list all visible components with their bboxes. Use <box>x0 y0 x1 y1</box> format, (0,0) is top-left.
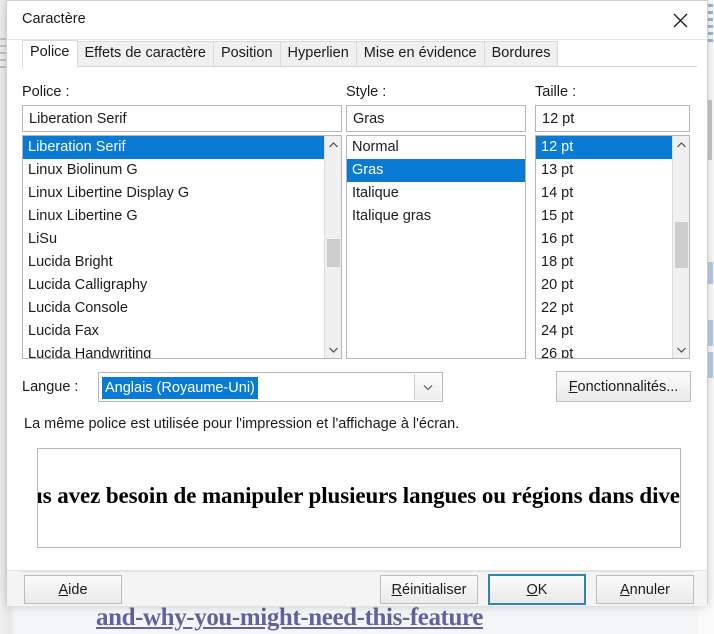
size-list-item[interactable]: 14 pt <box>536 182 672 205</box>
tab-bordures[interactable]: Bordures <box>483 41 559 67</box>
ok-button[interactable]: OK <box>488 574 586 605</box>
size-list-item[interactable]: 15 pt <box>536 205 672 228</box>
tab-police[interactable]: Police <box>22 40 78 68</box>
dialog-titlebar[interactable]: Caractère <box>7 1 707 40</box>
police-tab-panel: Police : Style : Taille : Liberation Ser… <box>7 67 707 570</box>
ok-accel: O <box>526 581 538 598</box>
font-size-input[interactable]: 12 pt <box>535 105 690 132</box>
style-list-item[interactable]: Gras <box>347 159 525 182</box>
dialog-button-bar: Aide Réinitialiser OK Annuler <box>7 570 707 606</box>
font-style-input[interactable]: Gras <box>346 105 526 132</box>
font-list-item[interactable]: Lucida Calligraphy <box>23 274 324 297</box>
character-dialog: Caractère Police Effets de caractère Pos… <box>6 0 708 606</box>
size-list-item[interactable]: 24 pt <box>536 320 672 343</box>
size-list-scrollbar[interactable] <box>672 136 689 358</box>
font-list-item[interactable]: Lucida Bright <box>23 251 324 274</box>
style-label: Style : <box>346 84 387 100</box>
scroll-up-icon[interactable] <box>325 136 341 153</box>
cancel-button[interactable]: Annuler <box>596 575 694 604</box>
screen: and-why-you-might-need-this-feature Cara… <box>0 0 714 634</box>
size-list-item[interactable]: 13 pt <box>536 159 672 182</box>
cancel-accel: A <box>620 581 630 598</box>
style-list-items: Normal Gras Italique Italique gras <box>347 136 525 358</box>
font-list[interactable]: Liberation Serif Linux Biolinum G Linux Li… <box>22 135 342 359</box>
language-combo[interactable]: Anglais (Royaume-Uni) <box>98 372 443 402</box>
scroll-up-icon[interactable] <box>673 136 689 153</box>
size-list-scroll-thumb[interactable] <box>675 222 688 268</box>
scroll-down-icon[interactable] <box>325 341 341 358</box>
size-list[interactable]: 12 pt 13 pt 14 pt 15 pt 16 pt 18 pt 20 pt 22 pt… <box>535 135 690 359</box>
size-list-item[interactable]: 20 pt <box>536 274 672 297</box>
button-bar-divider <box>19 571 695 572</box>
font-list-item[interactable]: Linux Libertine Display G <box>23 182 324 205</box>
features-accel: F <box>568 378 578 395</box>
font-list-scroll-thumb[interactable] <box>327 239 340 267</box>
size-list-item[interactable]: 16 pt <box>536 228 672 251</box>
reset-label-rest: éinitialiser <box>402 581 467 598</box>
font-name-input[interactable]: Liberation Serif <box>22 105 342 132</box>
font-list-item[interactable]: Lucida Fax <box>23 320 324 343</box>
tab-effets-de-caractere[interactable]: Effets de caractère <box>76 41 214 67</box>
features-label-rest: onctionnalités... <box>577 378 679 395</box>
tab-mise-en-evidence[interactable]: Mise en évidence <box>355 41 485 67</box>
features-button[interactable]: Fonctionnalités... <box>556 371 691 402</box>
language-label-rest: angue : <box>30 379 79 395</box>
language-label: Langue : <box>22 379 78 395</box>
ok-label-rest: K <box>537 581 548 598</box>
dialog-title: Caractère <box>22 11 86 27</box>
font-list-item[interactable]: LiSu <box>23 228 324 251</box>
style-list-item[interactable]: Italique gras <box>347 205 525 228</box>
dialog-tabstrip: Police Effets de caractère Position Hype… <box>7 40 707 68</box>
reset-accel: R <box>391 581 402 598</box>
language-label-accel: L <box>22 379 31 395</box>
background-link-text[interactable]: and-why-you-might-need-this-feature <box>96 604 483 632</box>
size-list-item[interactable]: 12 pt <box>536 136 672 159</box>
size-list-items: 12 pt 13 pt 14 pt 15 pt 16 pt 18 pt 20 pt 22 pt… <box>536 136 672 358</box>
tab-position[interactable]: Position <box>212 41 281 67</box>
help-accel: A <box>58 581 69 598</box>
size-list-item[interactable]: 26 pt <box>536 343 672 358</box>
style-list-item[interactable]: Normal <box>347 136 525 159</box>
font-preview-box: us avez besoin de manipuler plusieurs la… <box>37 448 681 548</box>
language-value: Anglais (Royaume-Uni) <box>102 377 258 399</box>
chevron-down-icon[interactable] <box>414 374 441 400</box>
help-label-rest: ide <box>68 581 88 598</box>
font-label: Police : <box>22 84 70 100</box>
reset-button[interactable]: Réinitialiser <box>380 575 478 604</box>
font-list-item[interactable]: Linux Biolinum G <box>23 159 324 182</box>
font-list-item[interactable]: Lucida Handwriting <box>23 343 324 358</box>
scroll-down-icon[interactable] <box>673 341 689 358</box>
size-list-item[interactable]: 22 pt <box>536 297 672 320</box>
close-icon[interactable] <box>659 5 701 35</box>
font-list-scrollbar[interactable] <box>324 136 341 358</box>
preview-note: La même police est utilisée pour l'impre… <box>24 416 460 432</box>
cancel-label-rest: nnuler <box>629 581 670 598</box>
font-list-item[interactable]: Lucida Console <box>23 297 324 320</box>
help-button[interactable]: Aide <box>24 575 122 604</box>
style-list-item[interactable]: Italique <box>347 182 525 205</box>
font-list-item[interactable]: Linux Libertine G <box>23 205 324 228</box>
size-label: Taille : <box>535 84 577 100</box>
preview-sample-text: us avez besoin de manipuler plusieurs la… <box>37 483 681 508</box>
tab-hyperlien[interactable]: Hyperlien <box>279 41 357 67</box>
style-list[interactable]: Normal Gras Italique Italique gras <box>346 135 526 359</box>
font-list-items: Liberation Serif Linux Biolinum G Linux Li… <box>23 136 324 358</box>
font-list-item[interactable]: Liberation Serif <box>23 136 324 159</box>
size-list-item[interactable]: 18 pt <box>536 251 672 274</box>
